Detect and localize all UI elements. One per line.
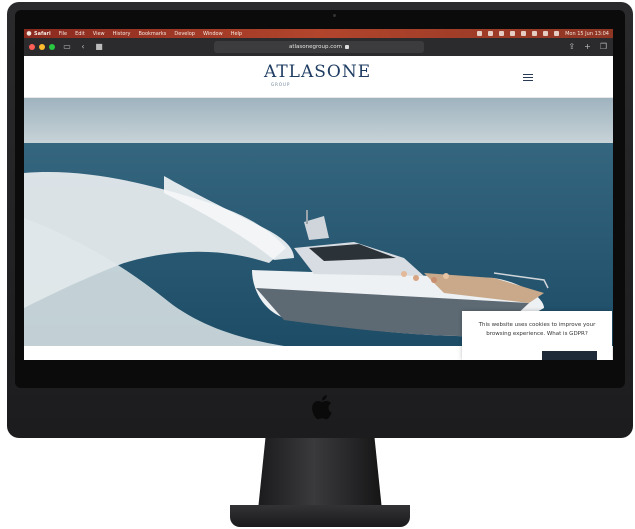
menu-help[interactable]: Help [231, 31, 242, 37]
menu-app-name[interactable]: Safari [34, 31, 51, 37]
back-icon[interactable]: ‹ [79, 43, 87, 51]
imac-stand-base [230, 505, 410, 527]
site-logo[interactable]: ATLASONE [264, 62, 371, 82]
zoom-button[interactable] [49, 44, 55, 50]
clock[interactable]: Mon 15 Jun 13:04 [565, 31, 609, 37]
toolbar-right: ⇪ + ❐ [568, 42, 607, 51]
sidebar-toggle-icon[interactable]: ▭ [63, 43, 71, 51]
camera [333, 14, 336, 17]
status-icon-2[interactable] [488, 31, 494, 36]
imac-stand [258, 438, 382, 510]
menu-file[interactable]: File [59, 31, 67, 37]
status-icon-3[interactable] [499, 31, 505, 36]
hero-image [24, 98, 613, 346]
menu-bookmarks[interactable]: Bookmarks [138, 31, 166, 37]
battery-icon[interactable] [521, 31, 527, 36]
menu-edit[interactable]: Edit [75, 31, 85, 37]
lock-icon [345, 45, 349, 49]
cookie-text-line2[interactable]: browsing experience. What is GDPR? [462, 330, 612, 339]
url-text: atlasonegroup.com [289, 44, 342, 50]
status-icon-4[interactable] [510, 31, 516, 36]
menu-history[interactable]: History [113, 31, 131, 37]
hamburger-menu-icon[interactable] [523, 74, 533, 81]
new-tab-icon[interactable]: + [584, 42, 591, 51]
tabs-overview-icon[interactable]: ❐ [600, 42, 607, 51]
status-area: Mon 15 Jun 13:04 [477, 31, 613, 37]
menu-window[interactable]: Window [203, 31, 223, 37]
yacht-photo [24, 98, 613, 346]
screen: ● Safari File Edit View History Bookmark… [24, 29, 613, 360]
cookie-accept-button[interactable] [542, 351, 597, 360]
wifi-icon[interactable] [532, 31, 538, 36]
browser-toolbar: ▭ ‹ ■ atlasonegroup.com ⇪ + ❐ [24, 38, 613, 56]
status-icon-1[interactable] [477, 31, 483, 36]
site-header: ATLASONE GROUP [24, 56, 613, 98]
cookie-text-line1: This website uses cookies to improve you… [478, 322, 596, 328]
menu-bar: ● Safari File Edit View History Bookmark… [24, 29, 613, 38]
apple-menu-icon[interactable]: ● [24, 30, 34, 37]
imac-frame: ● Safari File Edit View History Bookmark… [7, 2, 633, 438]
menu-view[interactable]: View [93, 31, 105, 37]
close-button[interactable] [29, 44, 35, 50]
control-center-icon[interactable] [554, 31, 560, 36]
address-bar[interactable]: atlasonegroup.com [214, 41, 424, 53]
window-controls [29, 44, 55, 50]
minimize-button[interactable] [39, 44, 45, 50]
share-icon[interactable]: ⇪ [568, 42, 575, 51]
spotlight-icon[interactable] [543, 31, 549, 36]
site-logo-sub: GROUP [271, 82, 291, 87]
cookie-banner: This website uses cookies to improve you… [462, 311, 612, 360]
apple-logo-icon [312, 395, 332, 420]
menu-develop[interactable]: Develop [174, 31, 195, 37]
favorites-icon[interactable]: ■ [95, 43, 103, 51]
